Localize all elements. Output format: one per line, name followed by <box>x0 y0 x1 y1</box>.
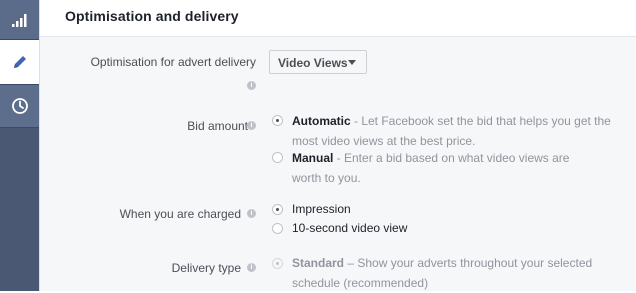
info-icon[interactable]: i <box>247 209 256 218</box>
radio-standard[interactable] <box>272 258 283 269</box>
panel-title: Optimisation and delivery <box>65 8 239 24</box>
radio-impression[interactable] <box>272 204 283 215</box>
bid-amount-label: Bid amount <box>187 119 248 133</box>
pencil-icon <box>13 56 26 68</box>
rail-item-edit[interactable] <box>0 40 39 84</box>
charged-label: When you are charged <box>119 207 241 221</box>
bid-option-automatic[interactable]: Automatic - Let Facebook set the bid tha… <box>292 111 622 151</box>
left-rail <box>0 0 39 291</box>
panel-body: Optimisation for advert delivery i Video… <box>40 37 636 291</box>
delivery-option-standard[interactable]: Standard – Show your adverts throughout … <box>292 253 632 293</box>
optimisation-dropdown[interactable]: Video Views <box>269 50 367 74</box>
option-title: Impression <box>292 202 351 216</box>
rail-item-history[interactable] <box>0 85 39 127</box>
clock-icon <box>11 98 28 114</box>
delivery-type-label: Delivery type <box>171 261 241 275</box>
bid-option-manual[interactable]: Manual - Enter a bid based on what video… <box>292 148 602 188</box>
option-title: 10-second video view <box>292 221 408 235</box>
bid-amount-label-text: Bid amount <box>187 119 248 133</box>
optimisation-selected-value: Video Views <box>278 56 348 70</box>
chevron-down-icon <box>348 60 356 65</box>
optimisation-panel: Optimisation and delivery Optimisation f… <box>39 0 636 291</box>
charged-option-10-second-view[interactable]: 10-second video view <box>292 218 622 238</box>
rail-item-reporting[interactable] <box>0 0 39 39</box>
info-icon[interactable]: i <box>247 121 256 130</box>
option-description: - Enter a bid based on what video views … <box>292 151 570 185</box>
radio-10-second-view[interactable] <box>272 223 283 234</box>
option-title: Manual <box>292 151 334 165</box>
optimisation-label: Optimisation for advert delivery <box>90 55 256 69</box>
rail-divider <box>0 127 39 128</box>
radio-manual[interactable] <box>272 152 283 163</box>
info-icon[interactable]: i <box>247 263 256 272</box>
bar-chart-icon <box>11 13 26 27</box>
panel-header: Optimisation and delivery <box>40 0 636 37</box>
info-icon[interactable]: i <box>247 81 256 90</box>
option-title: Standard <box>292 256 345 270</box>
charged-option-impression[interactable]: Impression <box>292 199 622 219</box>
option-title: Automatic <box>292 114 351 128</box>
radio-automatic[interactable] <box>272 115 283 126</box>
